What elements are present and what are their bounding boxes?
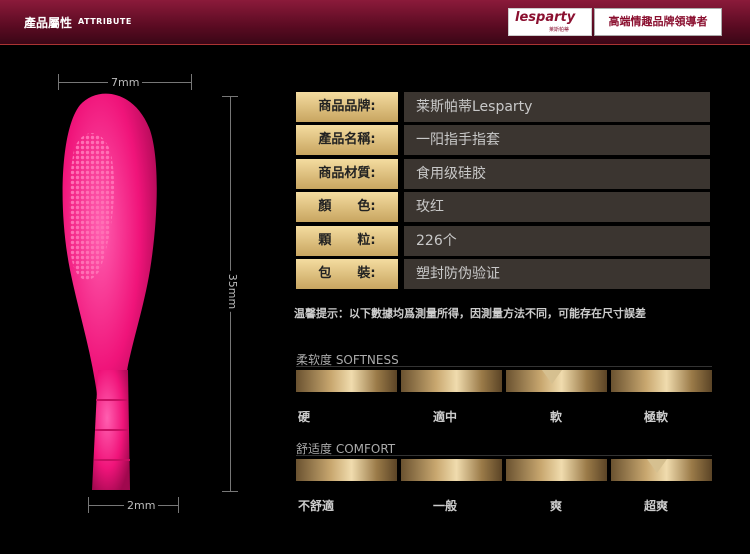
spec-value: 莱斯帕蒂Lesparty: [404, 92, 710, 122]
product-image: [62, 93, 157, 490]
comfort-seg-1: [296, 459, 397, 481]
bottom-dim-label: 2mm: [124, 499, 159, 512]
comfort-tick-2: 一般: [433, 499, 458, 513]
comfort-scale: [296, 459, 712, 481]
spec-value: 一阳指手指套: [404, 125, 710, 155]
top-dim-right: [191, 74, 192, 90]
spec-label: 顆 粒:: [296, 226, 398, 256]
top-dim-label: 7mm: [108, 76, 143, 89]
top-dim-left: [58, 74, 59, 90]
bottom-dim-left: [88, 497, 89, 513]
softness-tick-3: 軟: [550, 410, 563, 424]
softness-tick-1: 硬: [298, 410, 311, 424]
spec-value: 226个: [404, 226, 710, 256]
header-subtitle: ATTRIBUTE: [78, 17, 132, 26]
comfort-seg-2: [401, 459, 502, 481]
measurement-note: 温馨提示：以下數據均爲測量所得，因測量方法不同，可能存在尺寸誤差: [294, 307, 646, 320]
spec-label: 包 裝:: [296, 259, 398, 289]
spec-row-color: 顏 色: 玫红: [296, 192, 710, 222]
spec-value: 玫红: [404, 192, 710, 222]
softness-seg-4: [611, 370, 712, 392]
brand-logo: lesparty 莱斯帕蒂: [508, 8, 592, 36]
softness-indicator: [542, 370, 562, 384]
comfort-tick-3: 爽: [550, 499, 563, 513]
spec-row-name: 產品名稱: 一阳指手指套: [296, 125, 710, 155]
softness-ticks: 硬 適中 軟 極軟: [296, 408, 712, 424]
spec-label: 商品品牌:: [296, 92, 398, 122]
softness-divider: [296, 366, 712, 367]
comfort-tick-1: 不舒適: [298, 499, 335, 513]
spec-row-particles: 顆 粒: 226个: [296, 226, 710, 256]
logo-sub: 莱斯帕蒂: [549, 27, 570, 33]
height-dim-bottom: [222, 491, 238, 492]
bottom-dim-right: [178, 497, 179, 513]
softness-seg-1: [296, 370, 397, 392]
spec-value: 塑封防伪验证: [404, 259, 710, 289]
logo-name: lesparty: [515, 10, 576, 25]
height-dim-top: [222, 96, 238, 97]
softness-tick-2: 適中: [433, 410, 458, 424]
spec-label: 產品名稱:: [296, 125, 398, 155]
comfort-tick-4: 超爽: [644, 499, 669, 513]
softness-seg-2: [401, 370, 502, 392]
spec-row-brand: 商品品牌: 莱斯帕蒂Lesparty: [296, 92, 710, 122]
header-title: 產品屬性: [24, 16, 73, 30]
spec-row-material: 商品材質: 食用级硅胶: [296, 159, 710, 189]
header-bar: 產品屬性 ATTRIBUTE lesparty 莱斯帕蒂 高端情趣品牌領導者: [0, 0, 750, 45]
comfort-divider: [296, 455, 712, 456]
spec-label: 商品材質:: [296, 159, 398, 189]
comfort-seg-3: [506, 459, 607, 481]
comfort-indicator: [647, 459, 667, 473]
height-dim-label: 35mm: [226, 270, 240, 313]
spec-label: 顏 色:: [296, 192, 398, 222]
comfort-ticks: 不舒適 一般 爽 超爽: [296, 497, 712, 513]
brand-tagline: 高端情趣品牌領導者: [594, 8, 722, 36]
spec-value: 食用级硅胶: [404, 159, 710, 189]
spec-row-package: 包 裝: 塑封防伪验证: [296, 259, 710, 289]
softness-tick-4: 極軟: [644, 410, 669, 424]
softness-scale: [296, 370, 712, 392]
